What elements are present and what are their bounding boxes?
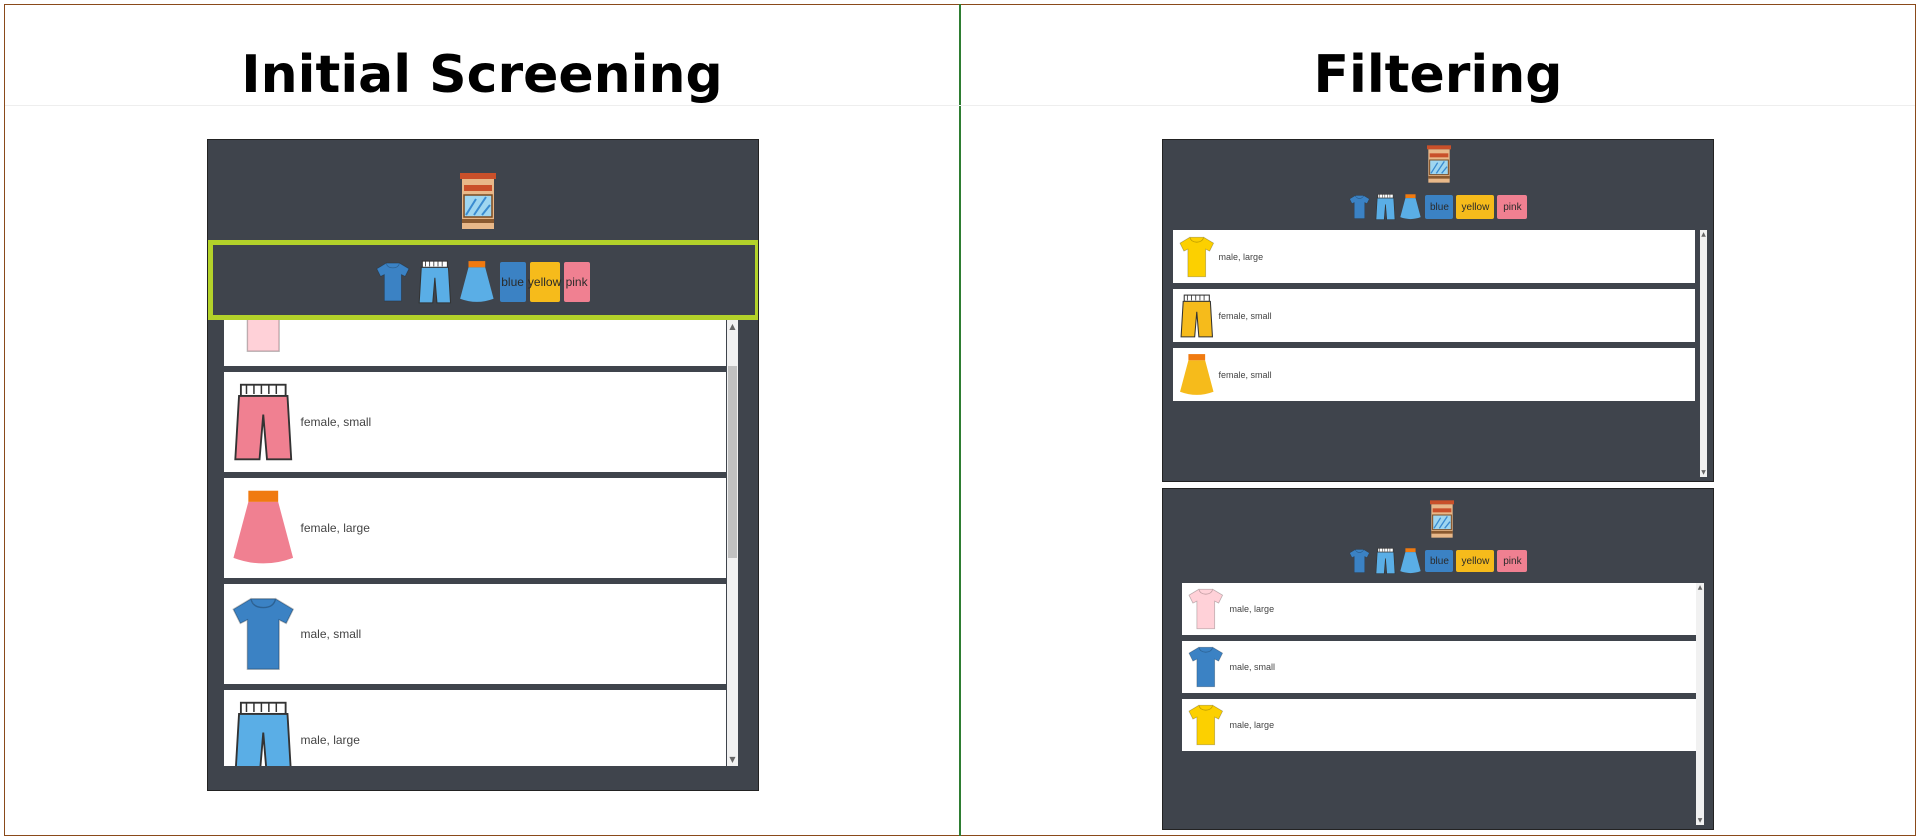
list-item[interactable]: male, large (1173, 230, 1695, 283)
scrollbar[interactable]: ▲ ▼ (1700, 230, 1707, 477)
filter-shorts-icon[interactable] (1374, 547, 1397, 575)
item-description: female, small (1218, 369, 1272, 380)
tshirt-icon (1186, 644, 1226, 690)
item-description: male, small (1229, 662, 1276, 672)
filter-tshirt-icon[interactable] (1348, 193, 1371, 221)
scroll-down-arrow[interactable]: ▼ (1700, 469, 1707, 476)
clothing-list[interactable]: male, large female, small female, small (1173, 230, 1695, 477)
shorts-icon (228, 381, 299, 463)
item-description: male, small (300, 627, 362, 641)
app-panel-initial: female, small female, large male, small mal… (207, 139, 759, 791)
list-item[interactable]: male, large (1182, 699, 1696, 751)
list-item[interactable] (224, 320, 726, 366)
filter-pink-button[interactable]: pink (1497, 195, 1528, 219)
skirt-icon (228, 487, 299, 569)
filter-shorts-icon[interactable] (1374, 193, 1397, 221)
item-description: male, large (1229, 720, 1275, 730)
scroll-up-arrow[interactable]: ▲ (1700, 231, 1707, 238)
filter-pink-button[interactable]: pink (1497, 550, 1528, 572)
filter-yellow-button[interactable]: yellow (1456, 550, 1495, 572)
tshirt-icon (1186, 702, 1226, 748)
scroll-up-arrow[interactable]: ▲ (1696, 584, 1704, 591)
list-item[interactable]: male, small (1182, 641, 1696, 693)
item-description: male, large (1229, 604, 1275, 614)
clothing-list[interactable]: male, large male, small male, large (1182, 583, 1696, 825)
filter-skirt-icon[interactable] (1399, 193, 1422, 221)
tshirt-icon (1177, 234, 1217, 280)
store-icon (1420, 144, 1458, 188)
app-panel-filter-yellow: blue yellow pink male, large female, small f… (1162, 139, 1714, 482)
scroll-down-arrow[interactable]: ▼ (727, 755, 738, 764)
filter-tshirt-icon[interactable] (1348, 547, 1371, 575)
filter-bar-highlight (208, 240, 758, 320)
column-divider (959, 4, 961, 836)
heading-initial-screening: Initial Screening (241, 45, 723, 105)
list-item[interactable]: female, large (224, 478, 726, 578)
list-item[interactable]: male, large (224, 690, 726, 766)
tshirt-icon (228, 593, 299, 675)
list-item[interactable]: female, small (1173, 348, 1695, 401)
tshirt-icon (1186, 586, 1226, 632)
scroll-down-arrow[interactable]: ▼ (1696, 817, 1704, 824)
filter-skirt-icon[interactable] (1399, 547, 1422, 575)
list-item[interactable]: male, small (224, 584, 726, 684)
filter-bar: blue yellow pink (1163, 547, 1713, 575)
filter-yellow-button[interactable]: yellow (1456, 195, 1495, 219)
item-description: male, large (1218, 251, 1264, 262)
heading-filtering: Filtering (1313, 45, 1563, 105)
filter-blue-button[interactable]: blue (1425, 550, 1454, 572)
clothing-list[interactable]: female, small female, large male, small mal… (224, 320, 736, 766)
item-description: female, small (300, 415, 372, 429)
shorts-icon (1177, 293, 1217, 339)
list-item[interactable]: female, small (1173, 289, 1695, 342)
shorts-icon (228, 699, 299, 766)
scrollbar-thumb[interactable] (728, 366, 737, 558)
list-item[interactable]: male, large (1182, 583, 1696, 635)
item-description: male, large (300, 733, 360, 747)
store-icon (458, 170, 498, 236)
scroll-up-arrow[interactable]: ▲ (727, 322, 738, 331)
scrollbar[interactable]: ▲ ▼ (727, 320, 738, 766)
skirt-icon (1177, 352, 1217, 398)
scrollbar[interactable]: ▲ ▼ (1696, 583, 1704, 825)
list-item[interactable]: female, small (224, 372, 726, 472)
app-panel-filter-male: blue yellow pink male, large male, small mal… (1162, 488, 1714, 830)
item-description: female, large (300, 521, 370, 535)
store-icon (1423, 499, 1461, 543)
item-description: female, small (1218, 310, 1272, 321)
tshirt-icon (228, 320, 299, 357)
filter-bar: blue yellow pink (1163, 192, 1713, 222)
filter-blue-button[interactable]: blue (1425, 195, 1454, 219)
